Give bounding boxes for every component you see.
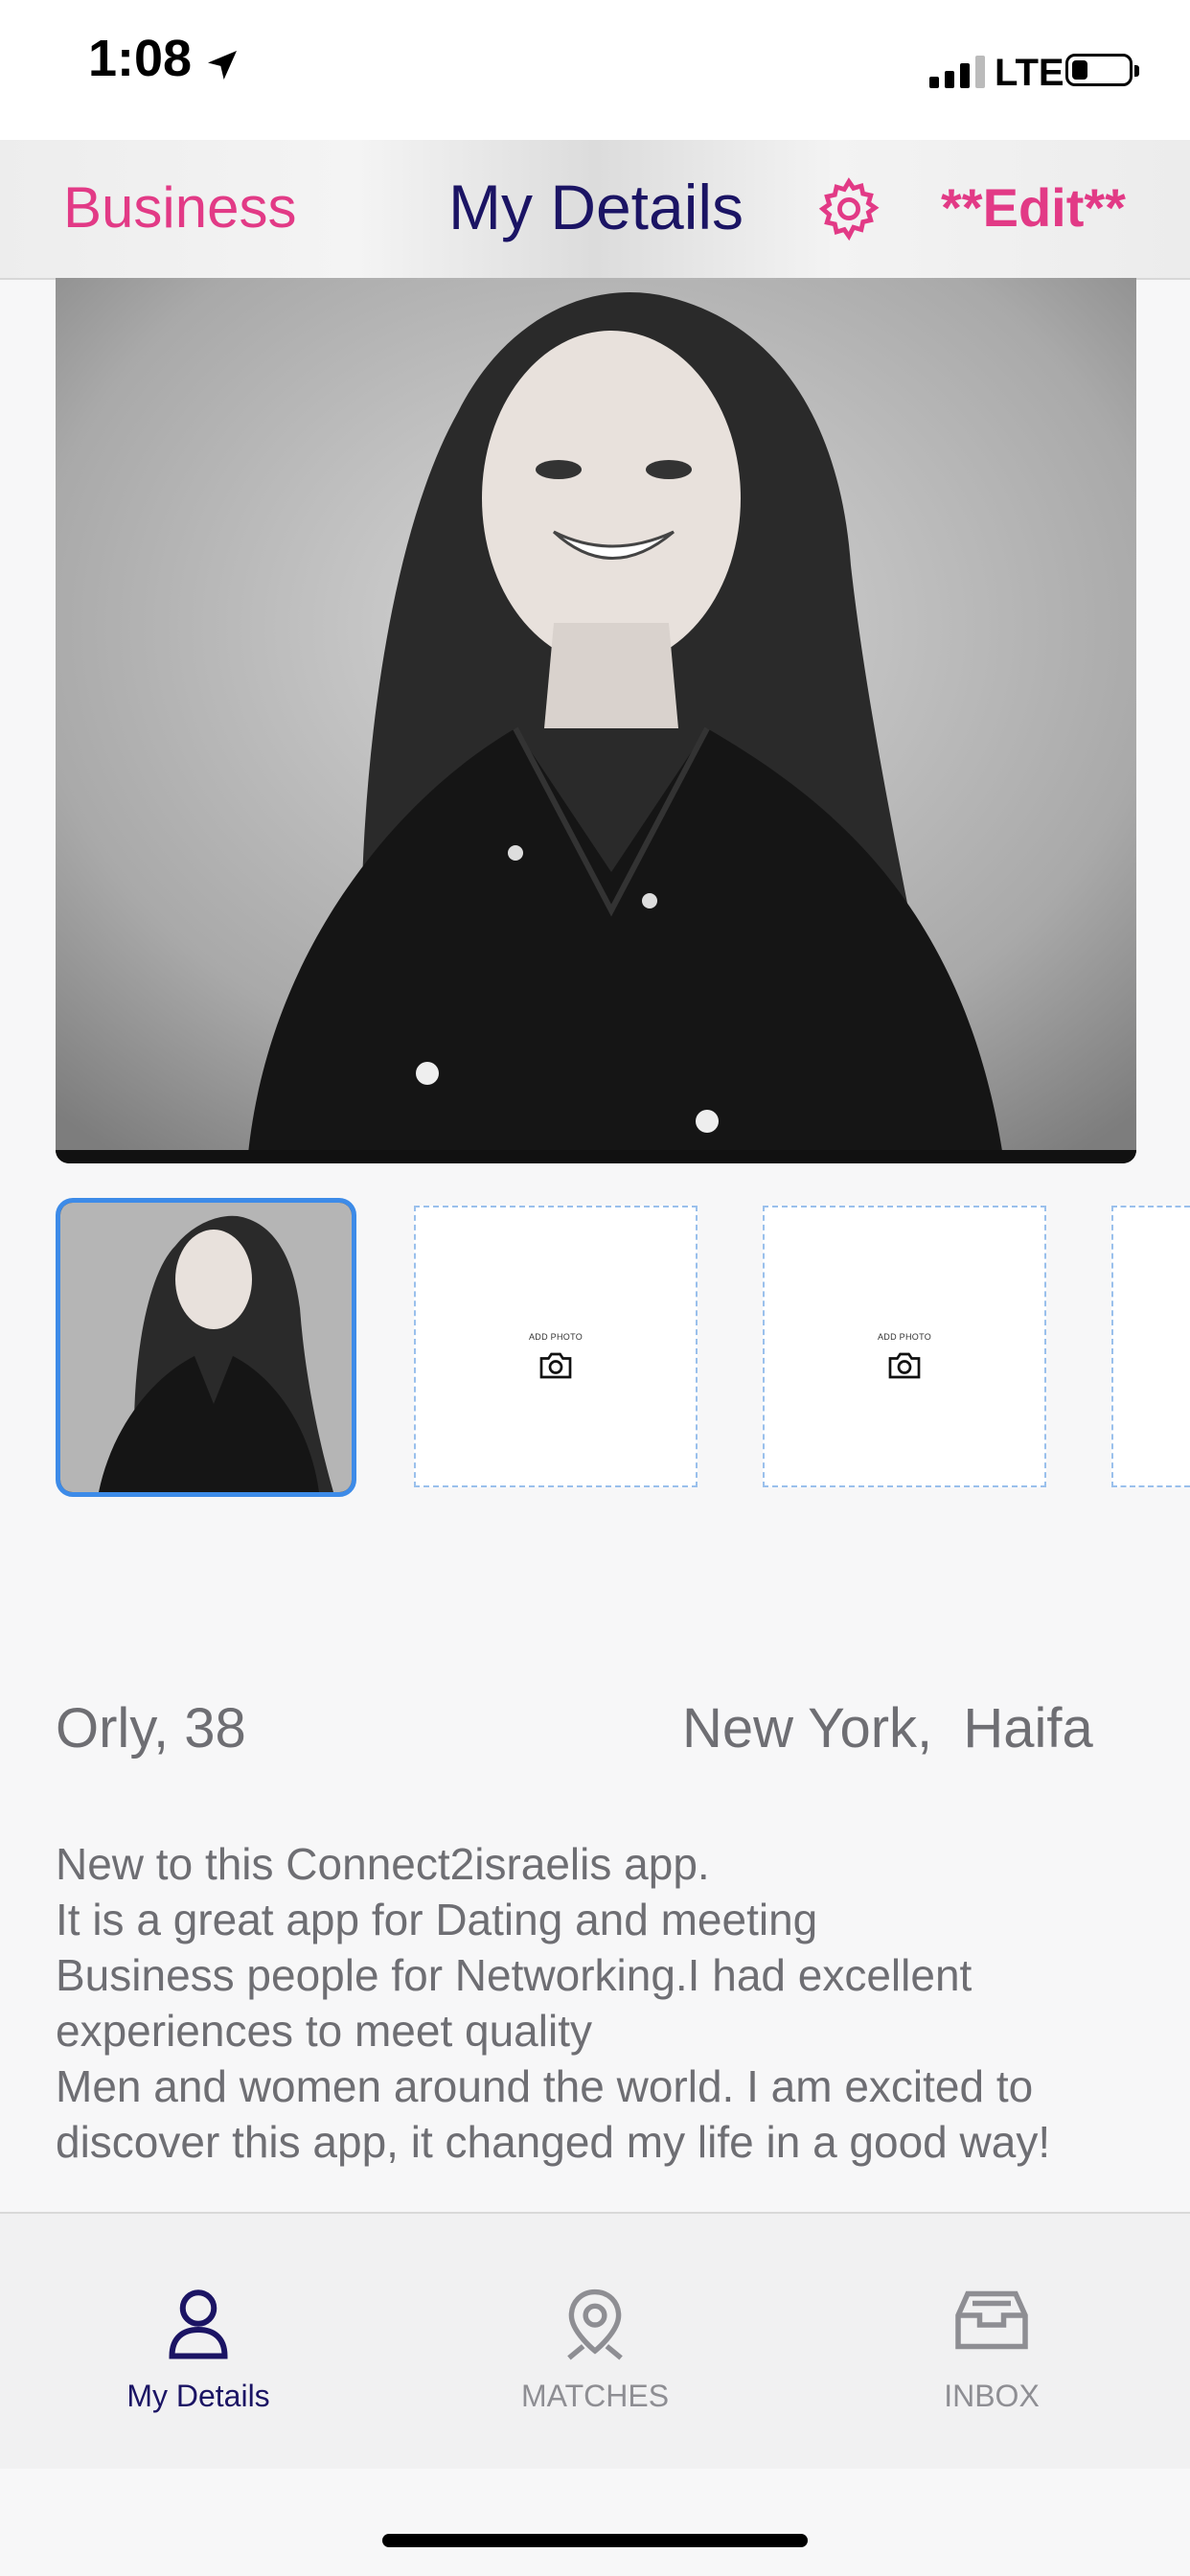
nav-header: Business My Details **Edit** <box>0 140 1190 280</box>
location-arrow-icon <box>208 51 237 80</box>
profile-name-age: Orly, 38 <box>56 1697 246 1760</box>
gear-icon[interactable] <box>814 174 883 243</box>
map-pin-icon <box>567 2288 623 2360</box>
tab-matches[interactable]: MATCHES <box>397 2214 793 2469</box>
camera-icon <box>539 1352 572 1379</box>
battery-icon <box>1065 54 1139 86</box>
tab-label: INBOX <box>944 2379 1040 2413</box>
tab-inbox[interactable]: INBOX <box>793 2214 1190 2469</box>
profile-location: New York, Haifa <box>682 1697 1093 1760</box>
tab-bar: My Details MATCHES INBOX <box>0 2212 1190 2469</box>
status-bar: 1:08 LTE <box>0 0 1190 140</box>
add-photo-label: ADD PHOTO <box>877 1332 932 1342</box>
photo-thumbnails: ADD PHOTO ADD PHOTO <box>0 1194 1190 1501</box>
camera-icon <box>888 1352 921 1379</box>
bio-line: New to this Connect2israelis app. <box>56 1839 710 1889</box>
tab-my-details[interactable]: My Details <box>0 2214 397 2469</box>
add-photo-label: ADD PHOTO <box>528 1332 584 1342</box>
signal-icon <box>929 56 985 88</box>
thumbnail-photo-selected[interactable] <box>56 1198 356 1497</box>
home-indicator[interactable] <box>382 2534 808 2547</box>
tab-label: MATCHES <box>520 2379 670 2413</box>
bio-line: Business people for Networking.I had exc… <box>56 1950 973 2000</box>
bio-line: It is a great app for Dating and meeting <box>56 1895 818 1944</box>
business-button[interactable]: Business <box>63 174 296 241</box>
add-photo-slot[interactable] <box>1111 1206 1190 1487</box>
add-photo-slot[interactable]: ADD PHOTO <box>763 1206 1046 1487</box>
person-icon <box>169 2289 228 2359</box>
status-time: 1:08 <box>88 30 193 87</box>
network-label: LTE <box>995 52 1064 94</box>
bio-line: Men and women around the world. I am exc… <box>56 2061 1034 2111</box>
bio-line: discover this app, it changed my life in… <box>56 2117 1051 2167</box>
tab-label: My Details <box>126 2379 270 2413</box>
inbox-tray-icon <box>955 2290 1028 2350</box>
profile-main-photo[interactable] <box>56 278 1136 1163</box>
profile-bio: New to this Connect2israelis app. It is … <box>56 1836 1157 2170</box>
add-photo-slot[interactable]: ADD PHOTO <box>414 1206 698 1487</box>
edit-button[interactable]: **Edit** <box>941 176 1126 239</box>
page-title: My Details <box>448 172 744 242</box>
bio-line: experiences to meet quality <box>56 2006 592 2056</box>
